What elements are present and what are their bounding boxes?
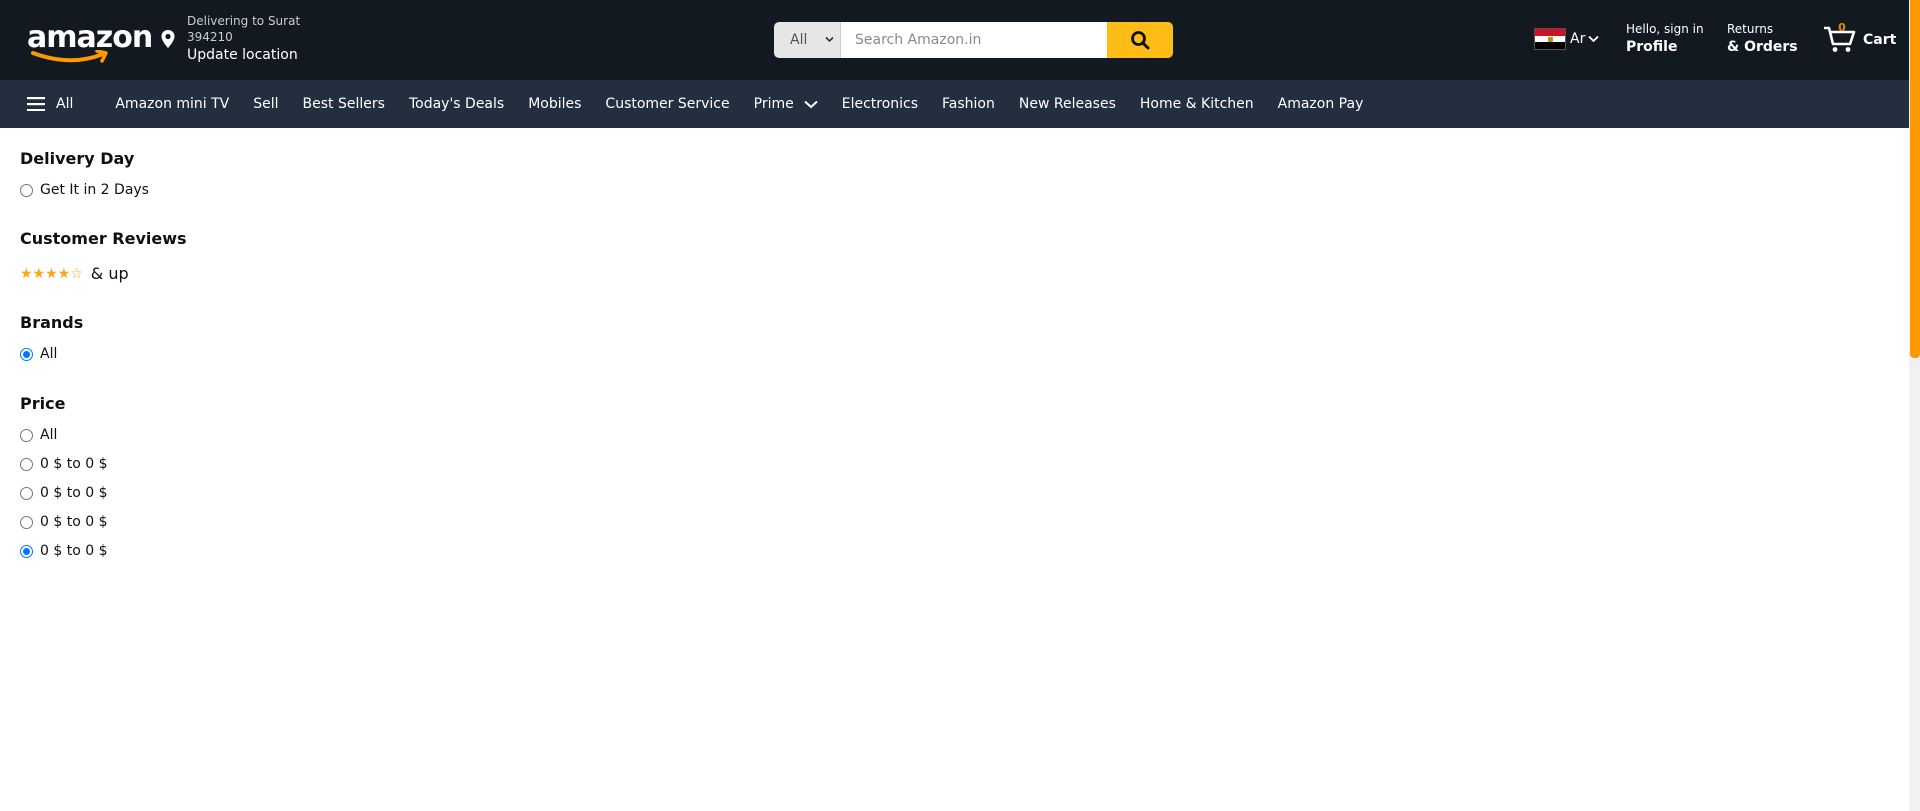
search-icon: [1131, 31, 1150, 50]
nav-item-home-kitchen[interactable]: Home & Kitchen: [1140, 96, 1254, 112]
brands-filter: Brands All: [20, 312, 83, 363]
price-option[interactable]: 0 $ to 0 $: [20, 455, 107, 473]
search-category-value: All: [790, 32, 808, 48]
search-category-select[interactable]: All: [774, 22, 841, 58]
price-option-radio[interactable]: [20, 486, 33, 500]
search-button[interactable]: [1107, 22, 1173, 58]
price-option[interactable]: All: [20, 426, 107, 444]
all-menu-button[interactable]: All: [27, 96, 73, 112]
nav-item-electronics[interactable]: Electronics: [842, 96, 918, 112]
returns-label: Returns: [1727, 22, 1774, 36]
delivery-option-radio[interactable]: [20, 183, 33, 197]
nav-links: Amazon mini TV Sell Best Sellers Today's…: [115, 96, 1387, 112]
delivery-option[interactable]: Get It in 2 Days: [20, 181, 149, 199]
price-option-radio[interactable]: [20, 544, 33, 558]
rating-filter-link[interactable]: ★★★★☆ & up: [20, 263, 187, 285]
nav-item-new-releases[interactable]: New Releases: [1019, 96, 1116, 112]
cart-count: 0: [1838, 22, 1846, 34]
price-option-radio[interactable]: [20, 428, 33, 442]
price-option-label: All: [40, 427, 58, 443]
top-header: amazon Delivering to Surat 394210 Update…: [0, 0, 1909, 80]
update-location-link[interactable]: Update location: [187, 46, 298, 64]
price-option[interactable]: 0 $ to 0 $: [20, 542, 107, 560]
language-code: Ar: [1570, 31, 1586, 47]
delivery-city: Delivering to Surat: [187, 14, 301, 28]
delivery-day-filter: Delivery Day Get It in 2 Days: [20, 148, 149, 199]
brands-title: Brands: [20, 313, 84, 332]
price-option-radio[interactable]: [20, 515, 33, 529]
delivery-option-label: Get It in 2 Days: [40, 182, 149, 198]
search-input[interactable]: [841, 22, 1107, 58]
account-greeting: Hello, sign in: [1626, 22, 1704, 36]
nav-item-mobiles[interactable]: Mobiles: [528, 96, 581, 112]
price-option[interactable]: 0 $ to 0 $: [20, 484, 107, 502]
account-label: Profile: [1626, 39, 1678, 55]
language-selector[interactable]: Ar: [1534, 28, 1599, 50]
search-bar: All: [774, 22, 1173, 58]
cart-icon: 0: [1824, 22, 1856, 52]
nav-item-prime-label: Prime: [753, 96, 794, 112]
nav-item-amazon-mini-tv[interactable]: Amazon mini TV: [115, 96, 229, 112]
smile-arrow-icon: [31, 50, 108, 63]
orders-label: & Orders: [1727, 39, 1798, 55]
location-pin-icon: [161, 30, 175, 48]
delivery-day-title: Delivery Day: [20, 149, 135, 168]
cart-button[interactable]: 0 Cart: [1823, 22, 1896, 54]
category-nav: All Amazon mini TV Sell Best Sellers Tod…: [0, 80, 1909, 128]
brand-option[interactable]: All: [20, 345, 83, 363]
nav-item-todays-deals[interactable]: Today's Deals: [409, 96, 504, 112]
nav-item-fashion[interactable]: Fashion: [942, 96, 995, 112]
nav-item-best-sellers[interactable]: Best Sellers: [303, 96, 385, 112]
price-option-label: 0 $ to 0 $: [40, 456, 108, 472]
chevron-down-icon: [804, 100, 818, 108]
rating-suffix: & up: [90, 264, 129, 283]
page-scrollbar[interactable]: [1909, 0, 1920, 811]
brand-option-label: All: [40, 346, 58, 362]
all-menu-label: All: [56, 96, 74, 112]
nav-item-prime[interactable]: Prime: [754, 96, 818, 112]
nav-item-sell[interactable]: Sell: [253, 96, 278, 112]
nav-item-amazon-pay[interactable]: Amazon Pay: [1278, 96, 1364, 112]
price-title: Price: [20, 394, 66, 413]
star-rating-icon: ★★★★☆: [20, 266, 83, 282]
price-filter: Price All 0 $ to 0 $ 0 $ to 0 $ 0 $ to 0…: [20, 393, 107, 560]
chevron-down-icon: [1588, 35, 1599, 43]
cart-label: Cart: [1863, 32, 1897, 48]
brand-option-radio[interactable]: [20, 347, 33, 361]
price-option-label: 0 $ to 0 $: [40, 543, 108, 559]
customer-reviews-title: Customer Reviews: [20, 229, 187, 248]
egypt-flag-icon: [1534, 28, 1566, 50]
delivery-pincode: 394210: [187, 30, 233, 44]
customer-reviews-filter: Customer Reviews ★★★★☆ & up: [20, 228, 187, 285]
amazon-logo[interactable]: amazon: [27, 22, 153, 63]
hamburger-menu-icon: [27, 97, 45, 111]
account-menu[interactable]: Hello, sign in Profile: [1626, 21, 1704, 57]
price-option-radio[interactable]: [20, 457, 33, 471]
nav-item-customer-service[interactable]: Customer Service: [605, 96, 729, 112]
price-option[interactable]: 0 $ to 0 $: [20, 513, 107, 531]
scrollbar-thumb[interactable]: [1910, 0, 1920, 358]
returns-orders-link[interactable]: Returns & Orders: [1727, 21, 1798, 57]
price-option-label: 0 $ to 0 $: [40, 514, 108, 530]
price-option-label: 0 $ to 0 $: [40, 485, 108, 501]
chevron-down-icon: [825, 36, 834, 43]
